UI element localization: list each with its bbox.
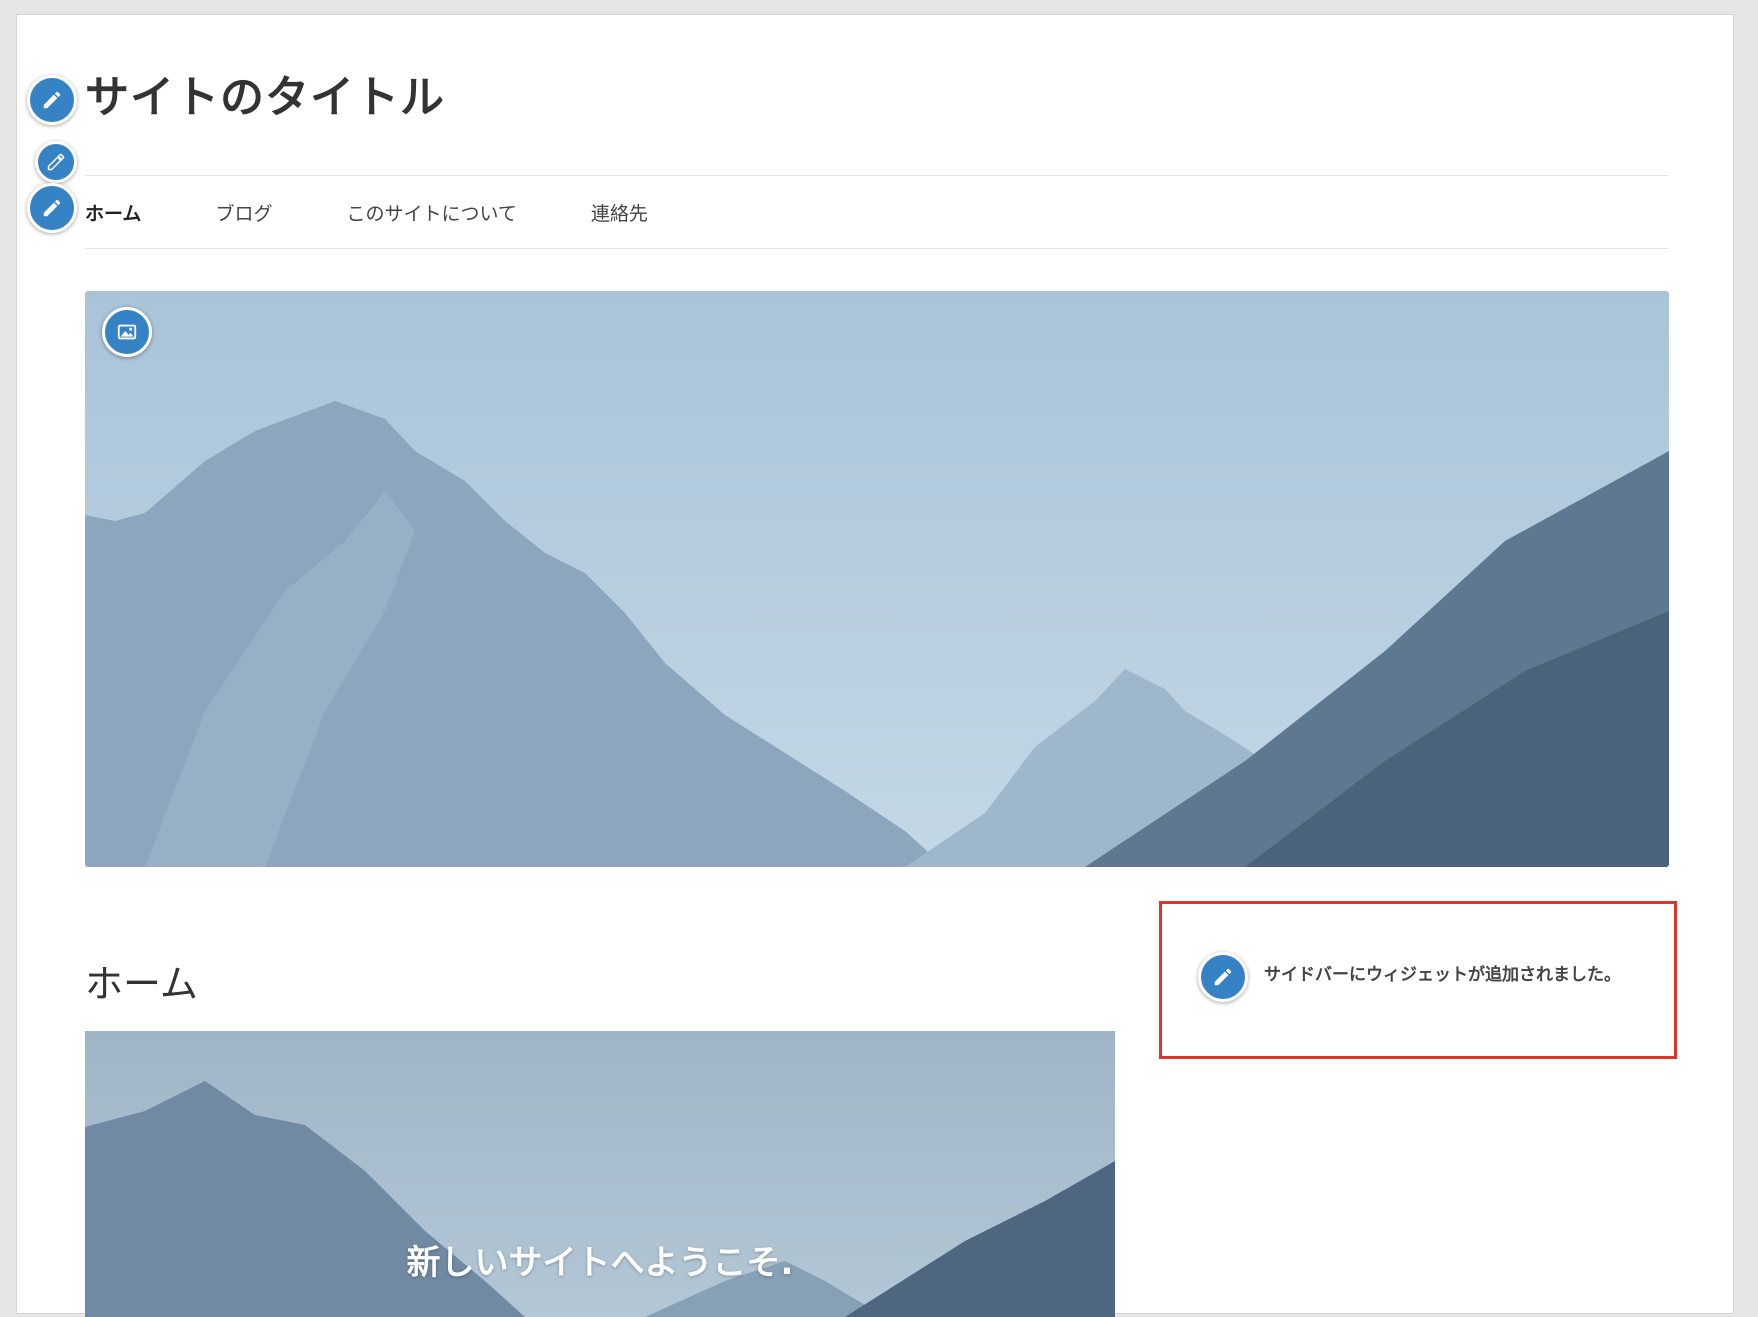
widget-text: サイドバーにウィジェットが追加されました。: [1264, 965, 1621, 985]
edit-widget-button[interactable]: [1198, 952, 1248, 1002]
edit-menu-button[interactable]: [27, 183, 77, 233]
pencil-icon: [1214, 968, 1232, 986]
sidebar-widget-area: サイドバーにウィジェットが追加されました。: [1159, 901, 1677, 1059]
mountain-landscape-image: [85, 291, 1669, 867]
site-preview-frame: サイトのタイトル ホーム ブログ このサイトについて 連絡先 ホーム 新しいサイ…: [16, 14, 1734, 1317]
edit-site-title-button[interactable]: [27, 75, 77, 125]
nav-item-home[interactable]: ホーム: [85, 199, 141, 226]
nav-item-contact[interactable]: 連絡先: [591, 199, 648, 226]
site-title[interactable]: サイトのタイトル: [85, 61, 445, 125]
pencil-icon: [43, 91, 61, 109]
header-image: [85, 291, 1669, 867]
primary-navigation: ホーム ブログ このサイトについて 連絡先: [85, 175, 1669, 249]
nav-item-about[interactable]: このサイトについて: [346, 199, 516, 226]
page-heading: ホーム: [85, 962, 198, 1006]
nav-item-blog[interactable]: ブログ: [215, 199, 272, 226]
pencil-icon: [47, 153, 65, 171]
image-icon: [117, 324, 137, 340]
change-header-image-button[interactable]: [102, 307, 152, 357]
cover-block: 新しいサイトへようこそ.: [85, 1031, 1115, 1317]
edit-tagline-button[interactable]: [35, 141, 77, 183]
cover-text[interactable]: 新しいサイトへようこそ.: [85, 1235, 1115, 1284]
pencil-icon: [43, 199, 61, 217]
